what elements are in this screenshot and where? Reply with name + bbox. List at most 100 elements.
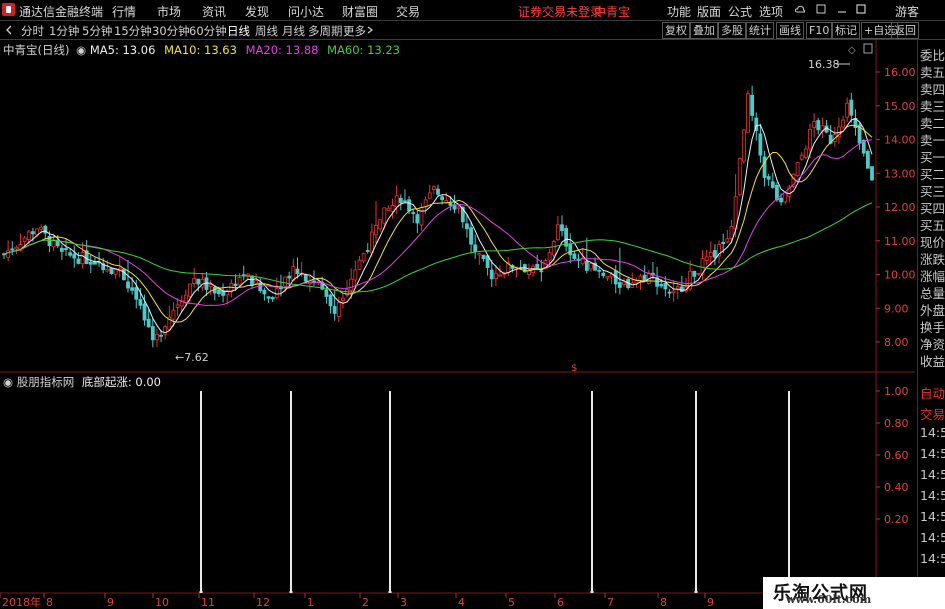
menu-discover[interactable]: 发现: [245, 3, 269, 20]
cloud-sync-icon[interactable]: [795, 4, 805, 14]
draw-line-button[interactable]: 画线: [776, 22, 804, 39]
candle-body: [634, 280, 639, 284]
menu-news[interactable]: 资讯: [202, 3, 226, 20]
candle-body: [142, 303, 147, 321]
candle-body: [134, 287, 139, 300]
candle-body: [489, 269, 494, 280]
candle-body: [568, 243, 573, 256]
menu-formula[interactable]: 公式: [728, 3, 752, 20]
menu-quotes[interactable]: 行情: [112, 3, 136, 20]
multi-stock-button[interactable]: 多股: [718, 22, 746, 39]
date-tick-label: 1: [307, 596, 314, 609]
candle-body: [283, 276, 287, 287]
candle-body: [841, 119, 845, 128]
overlay-button[interactable]: 叠加: [690, 22, 718, 39]
candle-body: [188, 283, 192, 297]
candle-body: [155, 334, 159, 341]
minimize-icon[interactable]: [837, 4, 847, 14]
candle-body: [171, 309, 176, 320]
price-tick-label: 9.00: [884, 302, 909, 315]
mark-button[interactable]: 标记: [832, 22, 860, 39]
chevron-right-icon[interactable]: [367, 26, 374, 34]
candle-body: [770, 181, 775, 188]
candle-body: [448, 202, 453, 206]
statistics-button[interactable]: 统计: [746, 22, 774, 39]
date-tick-label: 4: [458, 596, 465, 609]
adjust-rights-button[interactable]: 复权: [662, 22, 690, 39]
menu-trade[interactable]: 交易: [396, 3, 420, 20]
window-toggle-icon: [863, 43, 873, 54]
chevron-left-icon[interactable]: [5, 25, 13, 35]
period-monthly[interactable]: 月线: [282, 23, 305, 39]
maximize-icon[interactable]: [856, 4, 866, 14]
menu-functions[interactable]: 功能: [667, 3, 691, 20]
period-60min[interactable]: 60分钟: [189, 23, 227, 39]
candle-body: [237, 277, 242, 286]
trade-time: 14:56: [920, 530, 945, 545]
candle-body: [357, 259, 362, 270]
candle-body: [845, 102, 850, 118]
candle-body: [150, 326, 155, 341]
auto-trade-label[interactable]: 交易: [918, 404, 945, 423]
high-price-label: 16.38: [808, 58, 840, 71]
candle-body: [816, 120, 821, 131]
menu-options[interactable]: 选项: [759, 3, 783, 20]
period-5min[interactable]: 5分钟: [82, 23, 112, 39]
kline-chart[interactable]: 16.0015.0014.0013.0012.0011.0010.009.008…: [0, 40, 915, 609]
candle-body: [126, 281, 130, 289]
candle-body: [493, 272, 498, 279]
period-more[interactable]: 更多: [343, 23, 366, 39]
menu-xiaoda[interactable]: 问小达: [288, 3, 324, 20]
trade-time: 14:56: [920, 425, 945, 440]
candle-body: [564, 227, 569, 247]
menu-market[interactable]: 市场: [157, 3, 181, 20]
menu-wealth[interactable]: 财富圈: [342, 3, 378, 20]
restore-window-icon[interactable]: [816, 4, 826, 14]
candle-body: [469, 227, 473, 245]
candle-body: [415, 214, 420, 224]
candle-body: [622, 281, 626, 286]
date-tick-label: 2018年: [2, 595, 41, 609]
candle-body: [708, 251, 713, 257]
back-button[interactable]: 返回: [891, 22, 919, 39]
candle-body: [64, 248, 68, 250]
period-weekly[interactable]: 周线: [255, 23, 278, 39]
quote-side-panel: 委比 卖五 卖四 卖三 卖二 卖一 买一 买二 买三 买四 买五 现价 涨跌 涨幅 总量 外盘 换手 净资 收益 自…: [917, 40, 945, 609]
candle-body: [291, 266, 296, 281]
period-15min[interactable]: 15分钟: [114, 23, 152, 39]
candle-body: [692, 270, 697, 277]
menu-layout[interactable]: 版面: [697, 3, 721, 20]
trade-login-status[interactable]: 证券交易未登录: [518, 3, 602, 20]
candle-body: [721, 242, 726, 244]
f10-button[interactable]: F10: [806, 22, 833, 39]
period-daily[interactable]: 日线: [227, 23, 250, 39]
quote-field-label: 收益: [920, 354, 945, 369]
candle-body: [477, 253, 482, 256]
price-tick-label: 15.00: [884, 100, 915, 113]
candle-body: [295, 268, 300, 274]
period-multi[interactable]: 多周期: [308, 23, 343, 39]
candle-body: [233, 283, 238, 287]
guest-user[interactable]: 游客: [895, 3, 919, 20]
candle-body: [332, 306, 337, 314]
candle-body: [324, 289, 329, 297]
candle-body: [473, 244, 478, 253]
period-timeshare[interactable]: 分时: [21, 23, 44, 39]
candle-body: [217, 289, 221, 295]
candle-body: [80, 252, 85, 265]
candle-body: [192, 277, 197, 284]
auto-trade-label[interactable]: 自动: [918, 383, 945, 402]
price-tick-label: 16.00: [884, 66, 915, 79]
candle-body: [870, 166, 874, 181]
period-1min[interactable]: 1分钟: [49, 23, 79, 39]
candle-body: [250, 275, 254, 286]
candle-body: [31, 231, 35, 235]
candle-body: [14, 246, 19, 250]
candle-body: [411, 212, 416, 214]
candle-body: [605, 276, 610, 279]
period-30min[interactable]: 30分钟: [152, 23, 190, 39]
candle-body: [729, 225, 734, 239]
candle-body: [22, 237, 27, 242]
candle-body: [572, 253, 577, 259]
candle-body: [353, 269, 358, 281]
